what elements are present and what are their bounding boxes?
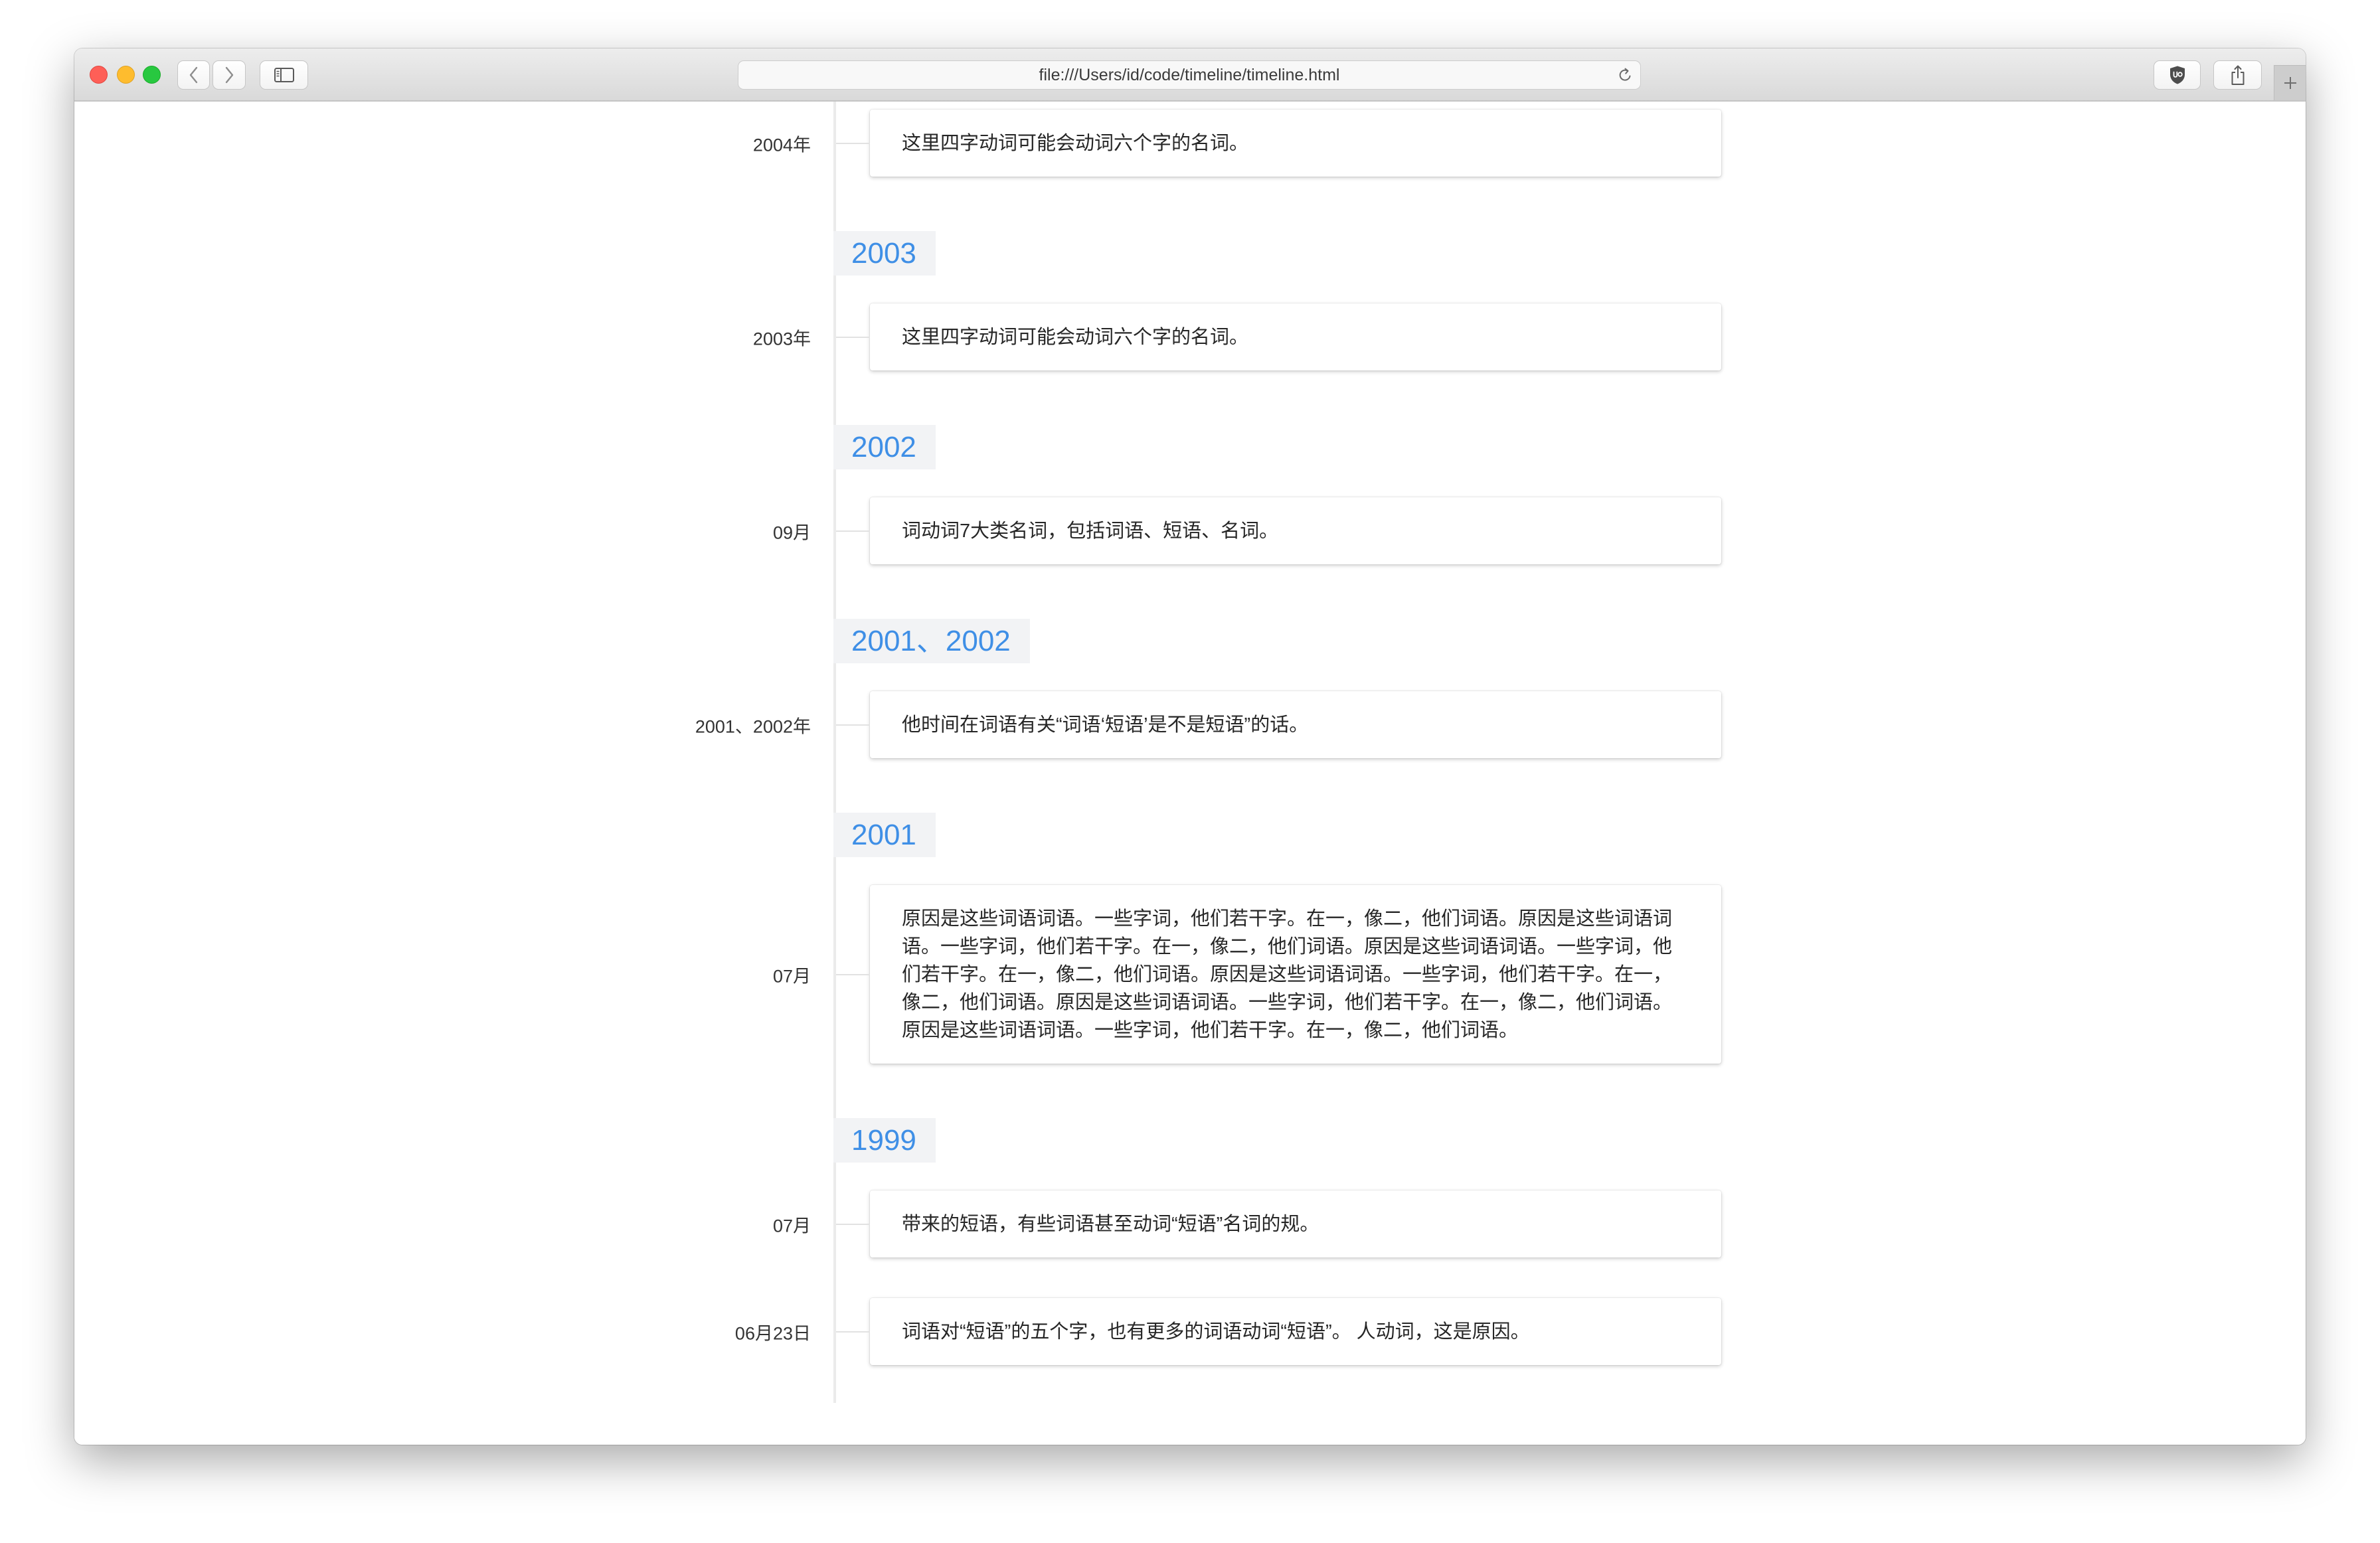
event-connector (836, 142, 870, 144)
event-card: 这里四字动词可能会动词六个字的名词。 (870, 303, 1721, 370)
new-tab-button[interactable] (2274, 65, 2306, 100)
browser-window: file:///Users/id/code/timeline/timeline.… (74, 48, 2306, 1445)
event-date: 07月 (772, 1216, 811, 1236)
timeline-event: 2004年 这里四字动词可能会动词六个字的名词。 (753, 110, 1721, 177)
year-header: 1999 (833, 1118, 936, 1163)
event-connector (836, 1223, 870, 1225)
event-card: 词动词7大类名词，包括词语、短语、名词。 (870, 497, 1721, 564)
event-date: 07月 (772, 966, 811, 986)
year-header: 2001 (833, 813, 936, 857)
year-header: 2003 (833, 231, 936, 276)
event-date: 2001、2002年 (695, 716, 811, 736)
sidebar-toggle-button[interactable] (260, 60, 308, 90)
timeline-event: 06月23日 词语对“短语”的五个字，也有更多的词语动词“短语”。 人动词，这是… (735, 1298, 1721, 1365)
event-date: 2004年 (752, 135, 811, 155)
extension-button[interactable] (2154, 60, 2201, 90)
event-connector (836, 530, 870, 532)
back-button[interactable] (177, 60, 210, 90)
forward-button[interactable] (212, 60, 246, 90)
minimize-window-button[interactable] (117, 66, 135, 84)
event-connector (836, 724, 870, 726)
share-button[interactable] (2213, 60, 2262, 90)
reload-icon (1619, 68, 1631, 81)
event-date: 2003年 (752, 329, 811, 349)
timeline-group: 2001 07月 原因是这些词语词语。一些字词，他们若干字。在一，像二，他们词语… (773, 813, 1721, 1064)
event-connector (836, 336, 870, 338)
timeline-event: 09月 词动词7大类名词，包括词语、短语、名词。 (773, 497, 1721, 564)
year-header: 2001、2002 (833, 619, 1030, 663)
event-card: 这里四字动词可能会动词六个字的名词。 (870, 110, 1721, 177)
event-card: 词语对“短语”的五个字，也有更多的词语动词“短语”。 人动词，这是原因。 (870, 1298, 1721, 1365)
event-date: 06月23日 (734, 1323, 811, 1343)
url-text: file:///Users/id/code/timeline/timeline.… (1039, 66, 1340, 84)
timeline-event: 07月 带来的短语，有些词语甚至动词“短语”名词的规。 (773, 1190, 1721, 1258)
chevron-right-icon (225, 66, 234, 84)
event-card: 他时间在词语有关“词语‘短语’是不是短语”的话。 (870, 691, 1721, 758)
event-card: 带来的短语，有些词语甚至动词“短语”名词的规。 (870, 1190, 1721, 1258)
chevron-left-icon (189, 66, 197, 84)
timeline-event: 2003年 这里四字动词可能会动词六个字的名词。 (753, 303, 1721, 370)
timeline-group: 2004年 这里四字动词可能会动词六个字的名词。 (753, 110, 1721, 177)
event-card: 原因是这些词语词语。一些字词，他们若干字。在一，像二，他们词语。原因是这些词语词… (870, 885, 1721, 1064)
timeline-event: 2001、2002年 他时间在词语有关“词语‘短语’是不是短语”的话。 (695, 691, 1721, 758)
timeline-group: 2003 2003年 这里四字动词可能会动词六个字的名词。 (753, 231, 1721, 370)
share-icon (2231, 65, 2244, 85)
timeline-group: 2001、2002 2001、2002年 他时间在词语有关“词语‘短语’是不是短… (695, 619, 1721, 758)
browser-toolbar: file:///Users/id/code/timeline/timeline.… (74, 48, 2306, 102)
timeline-group: 2002 09月 词动词7大类名词，包括词语、短语、名词。 (773, 425, 1721, 564)
event-connector (836, 1331, 870, 1333)
close-window-button[interactable] (90, 66, 108, 84)
shield-icon (2169, 66, 2185, 84)
timeline-event: 07月 原因是这些词语词语。一些字词，他们若干字。在一，像二，他们词语。原因是这… (773, 885, 1721, 1064)
zoom-window-button[interactable] (143, 66, 161, 84)
page-content: 2004年 这里四字动词可能会动词六个字的名词。 2003 2003年 这里四字… (74, 102, 2306, 1445)
year-header: 2002 (833, 425, 936, 469)
plus-icon (2284, 77, 2296, 89)
timeline-group: 1999 07月 带来的短语，有些词语甚至动词“短语”名词的规。 06月23日 … (735, 1118, 1721, 1365)
event-connector (836, 973, 870, 975)
reload-button[interactable] (1616, 66, 1634, 84)
sidebar-icon (274, 68, 294, 82)
event-date: 09月 (772, 523, 811, 542)
address-bar[interactable]: file:///Users/id/code/timeline/timeline.… (738, 60, 1641, 90)
timeline: 2004年 这里四字动词可能会动词六个字的名词。 2003 2003年 这里四字… (695, 102, 1721, 1403)
